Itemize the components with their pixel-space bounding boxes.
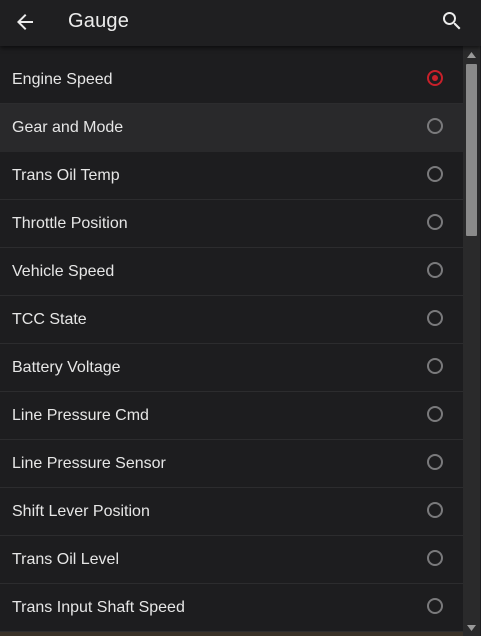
arrow-left-icon bbox=[17, 14, 33, 30]
list-item-label: Line Pressure Cmd bbox=[12, 407, 149, 424]
list-item-shift-lever-position[interactable]: Shift Lever Position bbox=[0, 488, 463, 536]
back-button[interactable] bbox=[6, 3, 44, 41]
list-item-line-pressure-sensor[interactable]: Line Pressure Sensor bbox=[0, 440, 463, 488]
page-title: Gauge bbox=[68, 10, 130, 32]
list-bottom-edge bbox=[0, 632, 463, 636]
list-item-battery-voltage[interactable]: Battery Voltage bbox=[0, 344, 463, 392]
radio-button[interactable] bbox=[427, 406, 443, 422]
list-item-tcc-state[interactable]: TCC State bbox=[0, 296, 463, 344]
vertical-scrollbar[interactable] bbox=[463, 46, 480, 636]
radio-button[interactable] bbox=[427, 166, 443, 182]
list-item-vehicle-speed[interactable]: Vehicle Speed bbox=[0, 248, 463, 296]
list-item-label: Vehicle Speed bbox=[12, 263, 115, 280]
radio-button[interactable] bbox=[427, 502, 443, 518]
radio-button[interactable] bbox=[427, 550, 443, 566]
list-item-label: Throttle Position bbox=[12, 215, 128, 232]
gauge-list: Engine Speed Gear and Mode Trans Oil Tem… bbox=[0, 56, 463, 636]
list-item-trans-input-shaft-speed[interactable]: Trans Input Shaft Speed bbox=[0, 584, 463, 632]
chevron-up-icon bbox=[467, 51, 476, 58]
radio-button[interactable] bbox=[427, 262, 443, 278]
list-item-gear-and-mode[interactable]: Gear and Mode bbox=[0, 104, 463, 152]
list-item-label: Line Pressure Sensor bbox=[12, 455, 166, 472]
list-item-trans-oil-level[interactable]: Trans Oil Level bbox=[0, 536, 463, 584]
search-icon bbox=[443, 12, 461, 30]
radio-button[interactable] bbox=[427, 118, 443, 134]
search-button[interactable] bbox=[432, 1, 472, 41]
list-item-engine-speed[interactable]: Engine Speed bbox=[0, 56, 463, 104]
scroll-up-button[interactable] bbox=[463, 46, 480, 63]
list-item-label: Trans Oil Temp bbox=[12, 167, 120, 184]
radio-button[interactable] bbox=[427, 598, 443, 614]
list-item-label: Battery Voltage bbox=[12, 359, 121, 376]
radio-button[interactable] bbox=[427, 358, 443, 374]
list-item-label: Gear and Mode bbox=[12, 119, 124, 136]
scroll-down-button[interactable] bbox=[463, 619, 480, 636]
radio-button-checked[interactable] bbox=[427, 70, 443, 86]
radio-button[interactable] bbox=[427, 310, 443, 326]
list-item-trans-oil-temp[interactable]: Trans Oil Temp bbox=[0, 152, 463, 200]
list-item-label: Engine Speed bbox=[12, 71, 113, 88]
radio-button[interactable] bbox=[427, 454, 443, 470]
list-item-line-pressure-cmd[interactable]: Line Pressure Cmd bbox=[0, 392, 463, 440]
app-bar: Gauge bbox=[0, 0, 481, 46]
list-item-label: Trans Oil Level bbox=[12, 551, 119, 568]
gauge-selection-screen: Gauge Engine Speed Gear and Mode Trans O… bbox=[0, 0, 481, 636]
radio-dot bbox=[432, 75, 438, 81]
list-item-label: Shift Lever Position bbox=[12, 503, 150, 520]
radio-button[interactable] bbox=[427, 214, 443, 230]
list-item-throttle-position[interactable]: Throttle Position bbox=[0, 200, 463, 248]
scrollbar-thumb[interactable] bbox=[466, 64, 477, 236]
chevron-down-icon bbox=[467, 624, 476, 631]
list-item-label: Trans Input Shaft Speed bbox=[12, 599, 185, 616]
list-item-label: TCC State bbox=[12, 311, 87, 328]
